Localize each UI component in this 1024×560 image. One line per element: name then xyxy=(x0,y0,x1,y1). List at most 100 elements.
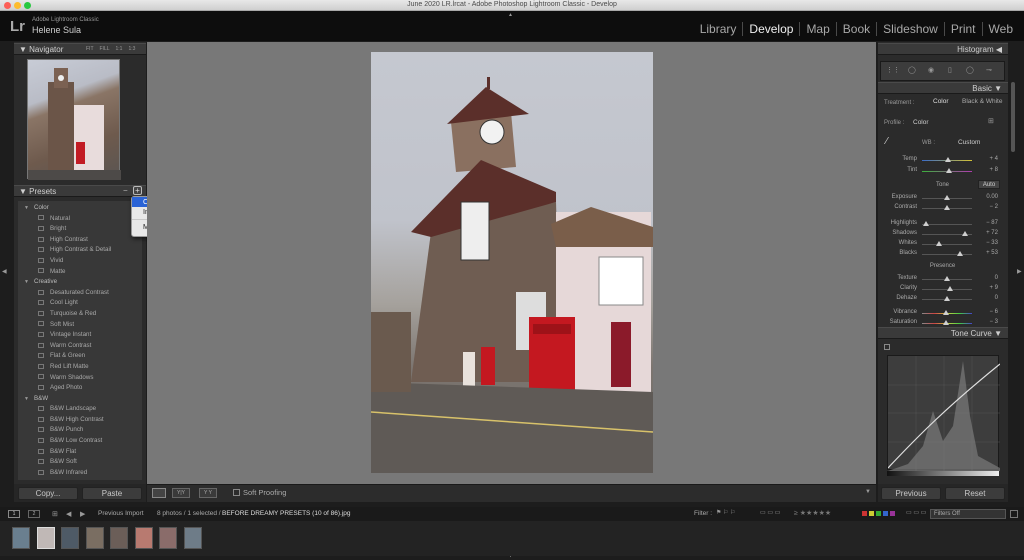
slider-value[interactable]: − 33 xyxy=(978,240,998,246)
slider-temp[interactable]: Temp + 4 xyxy=(880,155,1005,165)
slider-value[interactable]: − 2 xyxy=(978,204,998,210)
yellow-label-icon[interactable] xyxy=(869,511,874,516)
rating-filter-stars[interactable]: ≥ ★★★★★ xyxy=(794,509,831,517)
wb-dropdown[interactable]: Custom xyxy=(958,139,980,146)
auto-tone-button[interactable]: Auto xyxy=(978,180,1000,189)
slider-knob[interactable] xyxy=(946,286,953,291)
filmstrip-thumbnail[interactable] xyxy=(183,527,202,549)
preset-item[interactable]: High Contrast & Detail xyxy=(24,245,142,256)
previous-button[interactable]: Previous xyxy=(881,487,941,500)
slider-highlights[interactable]: Highlights − 87 xyxy=(880,219,1005,229)
right-panel-toggle-icon[interactable]: ▶ xyxy=(1017,268,1022,275)
slider-knob[interactable] xyxy=(962,231,968,236)
preset-group[interactable]: ▼ Creative xyxy=(24,277,142,288)
zoom-option[interactable]: 1:1 xyxy=(116,46,123,52)
preset-item[interactable]: B&W Soft xyxy=(24,457,142,468)
source-label[interactable]: Previous Import xyxy=(98,510,144,517)
module-web[interactable]: Web xyxy=(981,22,1019,36)
slider-shadows[interactable]: Shadows + 72 xyxy=(880,229,1005,239)
slider-knob[interactable] xyxy=(946,168,952,173)
slider-value[interactable]: 0.00 xyxy=(978,194,998,200)
toolbar-menu-icon[interactable]: ▼ xyxy=(865,489,871,495)
slider-value[interactable]: + 72 xyxy=(978,230,998,236)
slider-knob[interactable] xyxy=(944,195,950,200)
filmstrip-thumbnail[interactable] xyxy=(61,527,79,549)
filmstrip-thumbnail[interactable] xyxy=(159,527,177,549)
edit-filter-icons[interactable]: ▭ ▭ ▭ xyxy=(760,509,780,516)
profile-browser-icon[interactable]: ⊞ xyxy=(988,117,994,125)
basic-header[interactable]: Basic ▼ xyxy=(878,82,1008,94)
slider-vibrance[interactable]: Vibrance − 6 xyxy=(880,308,1005,318)
module-slideshow[interactable]: Slideshow xyxy=(876,22,944,36)
purple-label-icon[interactable] xyxy=(890,511,895,516)
slider-texture[interactable]: Texture 0 xyxy=(880,274,1005,284)
slider-value[interactable]: + 8 xyxy=(978,167,998,173)
filter-lock-icon[interactable] xyxy=(1010,510,1018,518)
copy-button[interactable]: Copy... xyxy=(18,487,78,500)
slider-tint[interactable]: Tint + 8 xyxy=(880,166,1005,176)
eyedropper-icon[interactable]: ⁄ xyxy=(886,136,902,150)
radial-filter-icon[interactable]: ◯ xyxy=(966,66,974,74)
kind-filter-icons[interactable]: ▭ ▭ ▭ xyxy=(906,509,926,516)
slider-value[interactable]: − 3 xyxy=(978,319,998,325)
back-arrow-icon[interactable]: ◀ xyxy=(66,510,71,518)
slider-track[interactable] xyxy=(922,254,972,255)
forward-arrow-icon[interactable]: ▶ xyxy=(80,510,85,518)
preset-item[interactable]: Flat & Green xyxy=(24,351,142,362)
histogram-header[interactable]: Histogram ◀ xyxy=(878,43,1008,55)
slider-knob[interactable] xyxy=(943,320,949,325)
slider-blacks[interactable]: Blacks + 53 xyxy=(880,249,1005,259)
grid-view-icon[interactable]: ⊞ xyxy=(52,510,58,518)
slider-value[interactable]: 0 xyxy=(978,275,998,281)
preset-item[interactable]: B&W Low Contrast xyxy=(24,436,142,447)
tone-curve-graph[interactable] xyxy=(887,355,1001,471)
preset-item[interactable]: Warm Contrast xyxy=(24,341,142,352)
top-panel-toggle-icon[interactable]: ▲ xyxy=(508,12,513,18)
remove-preset-icon[interactable]: − xyxy=(123,186,128,195)
slider-whites[interactable]: Whites − 33 xyxy=(880,239,1005,249)
color-label-filters[interactable] xyxy=(862,511,895,516)
adjustment-brush-icon[interactable]: ⊸ xyxy=(986,66,992,74)
preset-item[interactable]: Turquoise & Red xyxy=(24,309,142,320)
preset-item[interactable]: Bright xyxy=(24,224,142,235)
filter-preset-dropdown[interactable]: Filters Off xyxy=(930,509,1006,519)
paste-button[interactable]: Paste xyxy=(82,487,142,500)
module-book[interactable]: Book xyxy=(835,22,876,36)
preset-item[interactable]: Soft Mist xyxy=(24,320,142,331)
green-label-icon[interactable] xyxy=(876,511,881,516)
slider-dehaze[interactable]: Dehaze 0 xyxy=(880,294,1005,304)
preset-item[interactable]: Cool Light xyxy=(24,298,142,309)
red-eye-icon[interactable]: ◉ xyxy=(928,66,934,74)
filmstrip-thumbnail[interactable] xyxy=(110,527,128,549)
filmstrip-thumbnail[interactable] xyxy=(134,527,153,549)
before-after-swap-icon[interactable]: Y Y xyxy=(199,488,217,498)
preset-item[interactable]: Natural xyxy=(24,214,142,225)
slider-value[interactable]: + 4 xyxy=(978,156,998,162)
slider-knob[interactable] xyxy=(943,205,950,210)
slider-track[interactable] xyxy=(922,224,972,225)
slider-value[interactable]: + 9 xyxy=(978,285,998,291)
slider-value[interactable]: − 87 xyxy=(978,220,998,226)
treatment-color-option[interactable]: Color xyxy=(933,98,949,105)
preset-item[interactable]: Warm Shadows xyxy=(24,373,142,384)
primary-window-button[interactable]: 1 xyxy=(8,510,20,518)
module-print[interactable]: Print xyxy=(943,22,982,36)
preset-item[interactable]: Vintage Instant xyxy=(24,330,142,341)
preset-item[interactable]: B&W Landscape xyxy=(24,404,142,415)
zoom-option[interactable]: 1:3 xyxy=(128,46,135,52)
module-library[interactable]: Library xyxy=(694,22,743,36)
module-develop[interactable]: Develop xyxy=(742,22,799,36)
preset-item[interactable]: B&W High Contrast xyxy=(24,415,142,426)
filmstrip-thumbnail[interactable] xyxy=(85,527,104,549)
before-after-icon[interactable]: Y|Y xyxy=(172,488,190,498)
current-filename[interactable]: BEFORE DREAMY PRESETS (10 of 86).jpg xyxy=(222,510,350,517)
crop-tool-icon[interactable]: ⋮⋮ xyxy=(886,66,900,74)
right-panel-scrollbar[interactable] xyxy=(1011,82,1015,152)
slider-knob[interactable] xyxy=(957,251,963,256)
slider-value[interactable]: 0 xyxy=(978,295,998,301)
slider-knob[interactable] xyxy=(942,310,949,315)
slider-clarity[interactable]: Clarity + 9 xyxy=(880,284,1005,294)
profile-dropdown[interactable]: Color xyxy=(913,119,929,126)
preset-item[interactable]: B&W Infrared xyxy=(24,468,142,479)
filmstrip-thumbnail[interactable] xyxy=(12,527,30,549)
